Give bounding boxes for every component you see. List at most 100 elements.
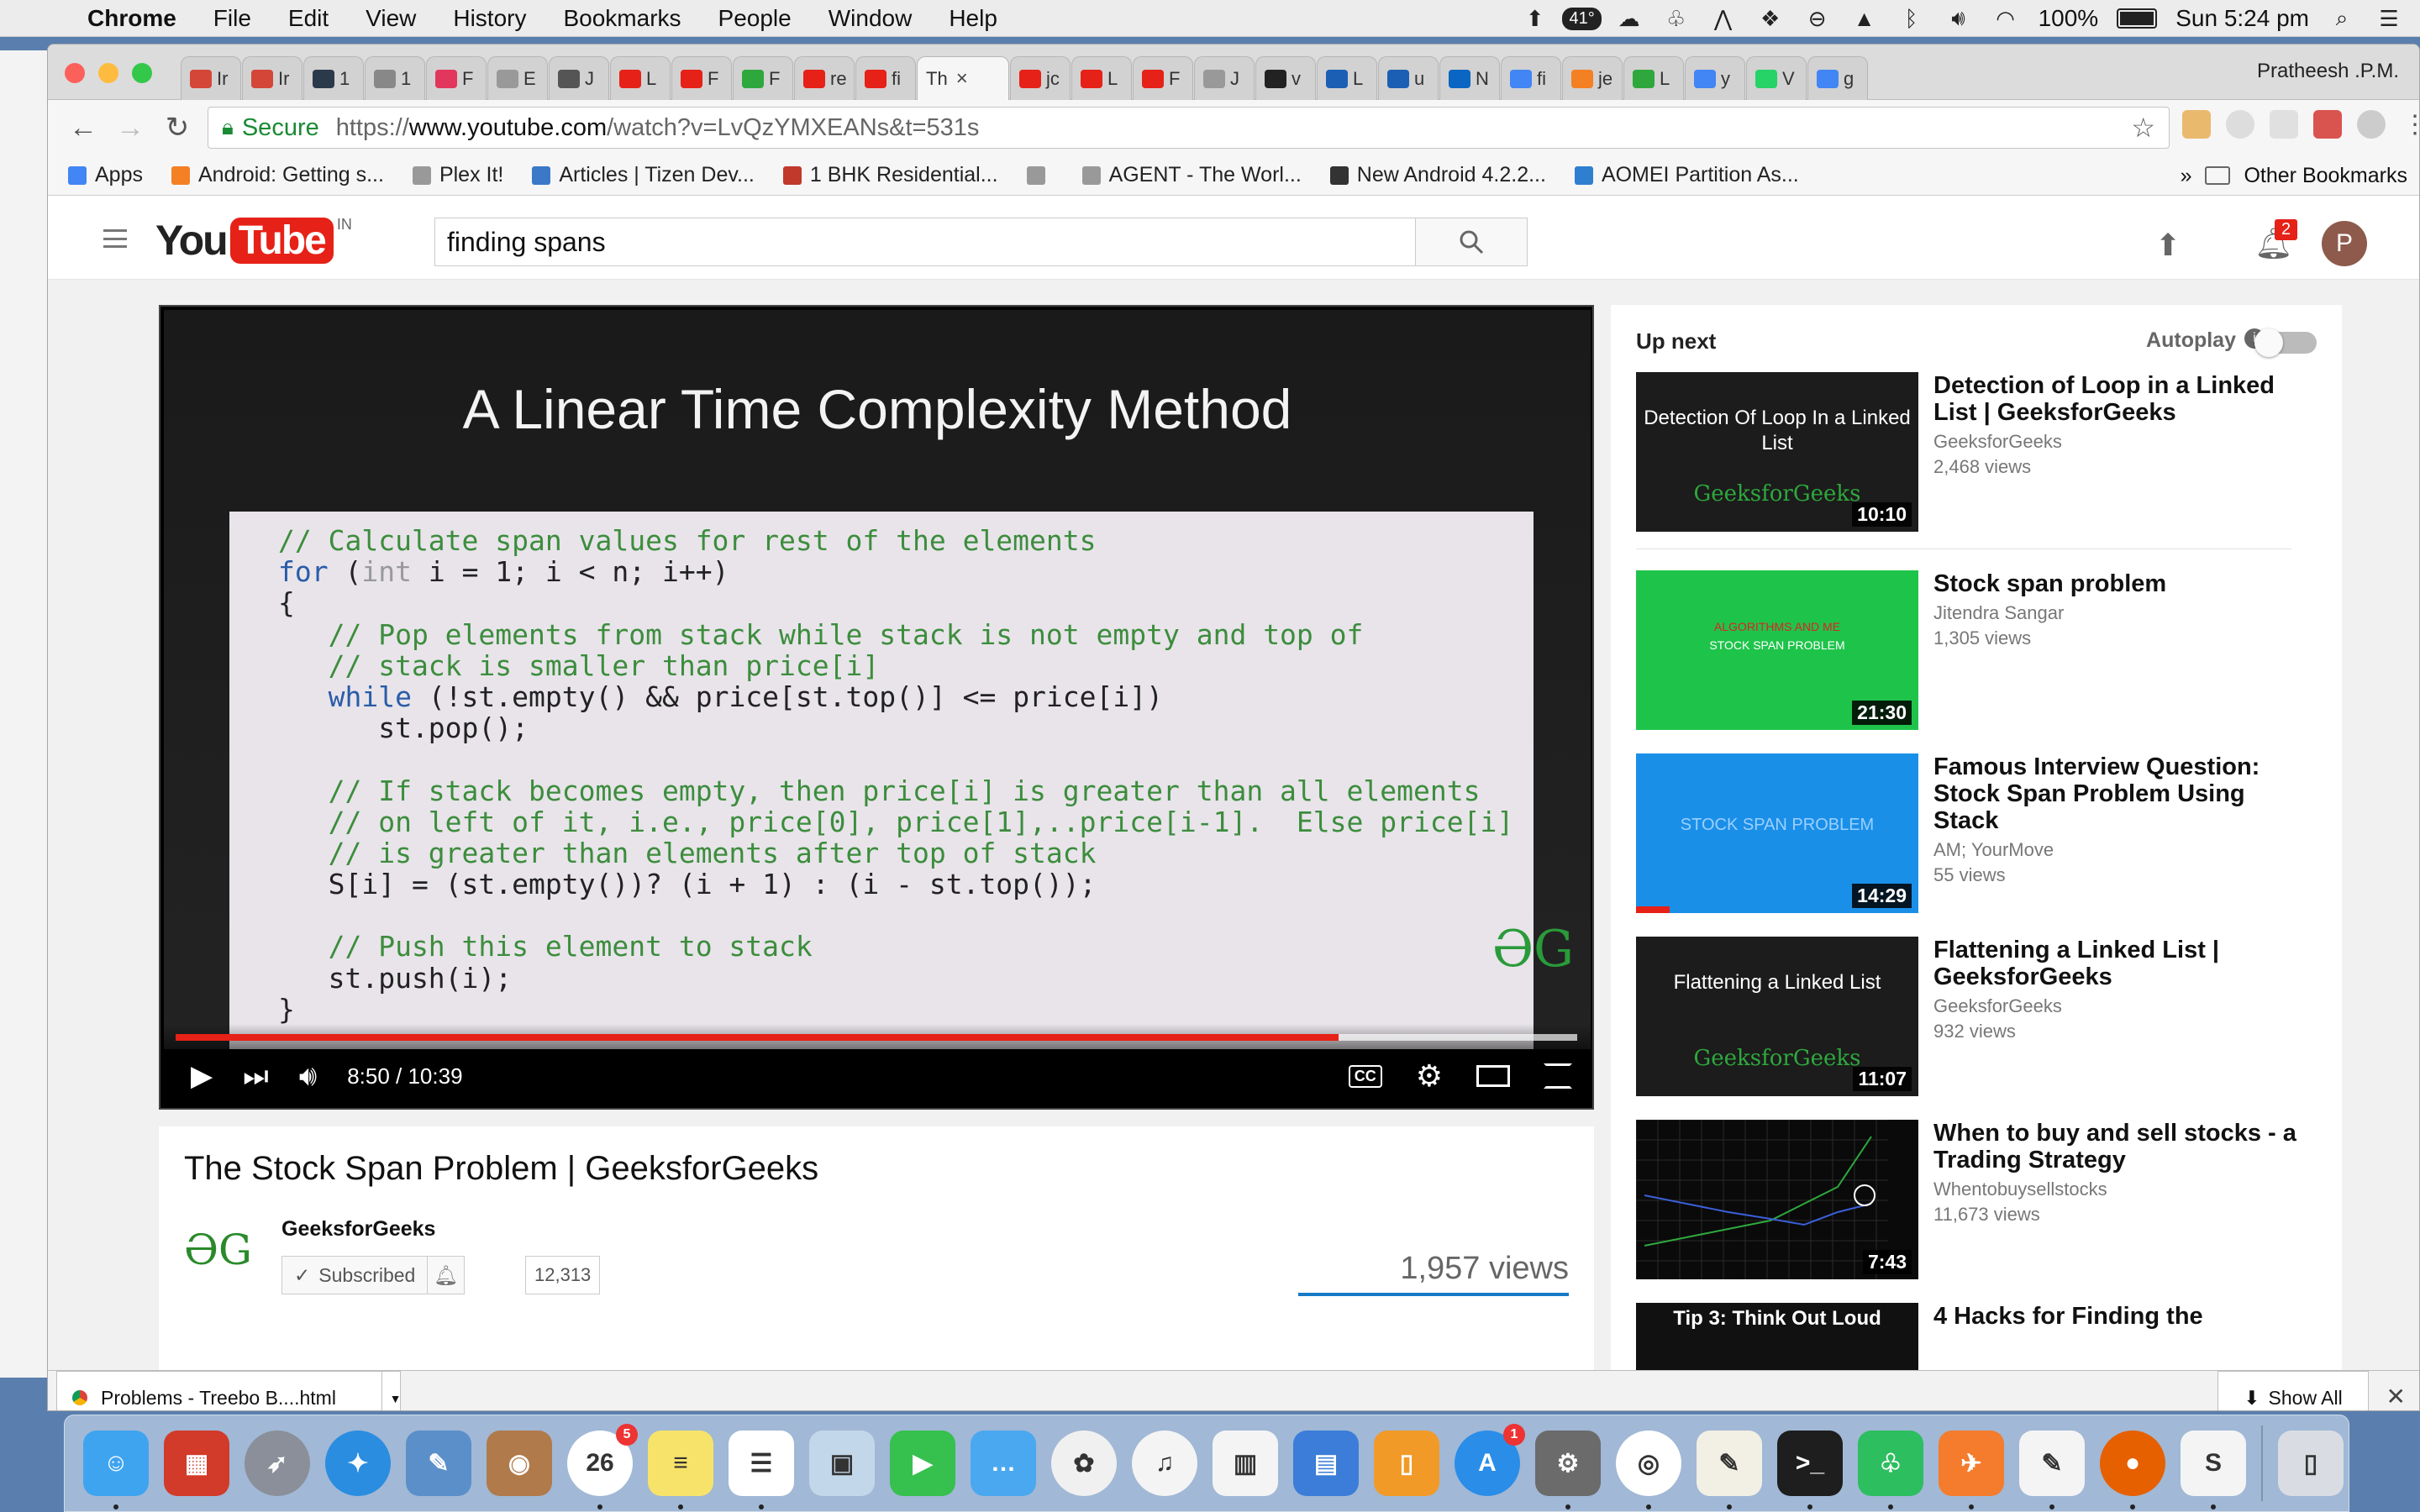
browser-tab[interactable]: u	[1378, 56, 1439, 100]
antivirus-icon[interactable]: ▦	[164, 1431, 229, 1496]
chrome-menu-icon[interactable]: ⋮	[2401, 110, 2419, 139]
facetime-icon[interactable]: ▶	[890, 1431, 955, 1496]
browser-tab[interactable]: Ir	[181, 56, 241, 100]
download-menu-arrow-icon[interactable]: ▼	[381, 1372, 408, 1410]
photo-booth-icon[interactable]: ▣	[809, 1431, 875, 1496]
browser-tab[interactable]: J	[1194, 56, 1255, 100]
back-button[interactable]: ←	[60, 104, 107, 151]
trash-icon[interactable]: ▯	[2278, 1431, 2344, 1496]
browser-tab[interactable]: y	[1685, 56, 1745, 100]
ai-icon[interactable]: ⋀	[1709, 6, 1738, 31]
browser-tab[interactable]: L	[1071, 56, 1132, 100]
evernote-status-icon[interactable]: ♧	[1662, 6, 1691, 31]
menu-file[interactable]: File	[195, 5, 270, 32]
menu-people[interactable]: People	[700, 5, 810, 32]
theater-mode-button[interactable]	[1476, 1065, 1510, 1087]
firefox-icon[interactable]: ●	[2100, 1431, 2165, 1509]
ibooks-icon[interactable]: ▯	[1374, 1431, 1439, 1496]
calendar-icon[interactable]: 26 5	[567, 1424, 638, 1509]
browser-tab[interactable]: jc	[1010, 56, 1071, 100]
close-shelf-icon[interactable]: ✕	[2386, 1383, 2406, 1410]
bookmark-item[interactable]: AOMEI Partition As...	[1574, 163, 1799, 187]
browser-tab[interactable]: v	[1255, 56, 1316, 100]
menu-edit[interactable]: Edit	[270, 5, 347, 32]
browser-tab[interactable]: F	[426, 56, 487, 100]
recommended-title[interactable]: When to buy and sell stocks - a Trading …	[1933, 1120, 2303, 1173]
subscribed-state[interactable]: ✓ Subscribed	[282, 1257, 427, 1294]
cloud-icon[interactable]: ☁	[1615, 6, 1644, 31]
channel-logo-icon[interactable]: ƏG	[184, 1226, 252, 1274]
browser-tab[interactable]: Ir	[242, 56, 302, 100]
browser-tab[interactable]: fi	[855, 56, 916, 100]
menu-help[interactable]: Help	[930, 5, 1016, 32]
recommended-title[interactable]: Famous Interview Question: Stock Span Pr…	[1933, 753, 2303, 834]
bookmark-item[interactable]	[1026, 165, 1054, 185]
video-thumbnail[interactable]: Detection Of Loop In a Linked List Geeksf…	[1636, 372, 1918, 532]
sync-icon[interactable]: ⊖	[1803, 6, 1832, 31]
menu-window[interactable]: Window	[810, 5, 931, 32]
browser-tab[interactable]: L	[1317, 56, 1377, 100]
launchpad-icon[interactable]: ➶	[245, 1431, 310, 1496]
video-player[interactable]: A Linear Time Complexity Method // Calcu…	[159, 305, 1594, 1110]
menu-app-name[interactable]: Chrome	[69, 5, 195, 32]
browser-tab[interactable]: F	[733, 56, 793, 100]
recommended-video[interactable]: Detection Of Loop In a Linked List Geeksf…	[1636, 372, 2325, 532]
guide-menu-icon[interactable]	[103, 229, 127, 248]
bookmark-item[interactable]: AGENT - The Worl...	[1081, 163, 1302, 187]
browser-tab[interactable]: L	[1623, 56, 1684, 100]
browser-tab[interactable]: J	[549, 56, 609, 100]
menu-bookmarks[interactable]: Bookmarks	[544, 5, 699, 32]
bookmark-item[interactable]: New Android 4.2.2...	[1329, 163, 1546, 187]
calendar-extension-icon[interactable]	[2313, 110, 2342, 139]
circle-extension-icon[interactable]	[2226, 110, 2254, 139]
chrome-icon[interactable]: ◎	[1616, 1431, 1681, 1509]
spotlight-search-icon[interactable]: ⌕	[2328, 5, 2356, 31]
next-button[interactable]: ⏭	[243, 1060, 269, 1093]
progress-bar[interactable]	[176, 1034, 1577, 1041]
volume-button[interactable]: 🔊︎	[299, 1060, 317, 1093]
fullscreen-button[interactable]	[1544, 1063, 1572, 1089]
browser-tab[interactable]: fi	[1501, 56, 1561, 100]
recommended-title[interactable]: Flattening a Linked List | GeeksforGeeks	[1933, 937, 2303, 990]
recommended-title[interactable]: Stock span problem	[1933, 570, 2303, 597]
browser-tab[interactable]: F	[671, 56, 732, 100]
youtube-logo[interactable]: You Tube IN	[155, 216, 352, 265]
drive-icon[interactable]: ▲	[1850, 6, 1879, 31]
safari-icon[interactable]: ✦	[325, 1431, 391, 1496]
browser-tab[interactable]: F	[1133, 56, 1193, 100]
clock[interactable]: Sun 5:24 pm	[2175, 5, 2309, 32]
browser-tab[interactable]: je	[1562, 56, 1623, 100]
reload-button[interactable]: ↻	[154, 104, 201, 151]
grid-extension-icon[interactable]	[2270, 110, 2298, 139]
finder-icon[interactable]: ☺	[83, 1431, 149, 1509]
minimize-window-button[interactable]	[98, 63, 118, 83]
search-button[interactable]	[1415, 218, 1528, 266]
channel-name[interactable]: GeeksforGeeks	[281, 1217, 435, 1242]
browser-tab[interactable]: re	[794, 56, 855, 100]
bookmark-item[interactable]: Articles | Tizen Dev...	[532, 163, 755, 187]
app-store-icon[interactable]: A1	[1455, 1424, 1525, 1496]
messages-icon[interactable]: …	[971, 1431, 1036, 1496]
tab-active[interactable]: Th ×	[917, 56, 1009, 100]
slack-icon[interactable]: S	[2181, 1431, 2246, 1509]
temperature-widget[interactable]: 41°	[1562, 6, 1602, 31]
dropbox-icon[interactable]: ❖	[1756, 6, 1785, 31]
zoom-window-button[interactable]	[132, 63, 152, 83]
bluetooth-icon[interactable]: ᛒ	[1897, 6, 1926, 31]
autoplay-toggle[interactable]	[2254, 328, 2317, 357]
notification-center-icon[interactable]: ☰	[2375, 6, 2403, 31]
postman-icon[interactable]: ✈	[1939, 1431, 2004, 1509]
bookmark-item[interactable]: Plex It!	[412, 163, 503, 187]
terminal-icon[interactable]: >_	[1777, 1431, 1843, 1509]
recommended-video[interactable]: 7:43 When to buy and sell stocks - a Trad…	[1636, 1120, 2325, 1279]
system-preferences-icon[interactable]: ⚙	[1535, 1431, 1601, 1509]
avatar[interactable]: P	[2322, 221, 2367, 266]
show-all-downloads-button[interactable]: ⬇ Show All	[2217, 1371, 2369, 1410]
browser-tab[interactable]: V	[1746, 56, 1807, 100]
forward-button[interactable]: →	[107, 104, 154, 151]
profile-name[interactable]: Pratheesh .P.M.	[2257, 60, 2399, 83]
browser-tab[interactable]: 1	[303, 56, 364, 100]
browser-tab[interactable]: E	[487, 56, 548, 100]
recommended-video[interactable]: Flattening a Linked List GeeksforGeeks 11:…	[1636, 937, 2325, 1096]
bookmark-item[interactable]: Android: Getting s...	[171, 163, 384, 187]
